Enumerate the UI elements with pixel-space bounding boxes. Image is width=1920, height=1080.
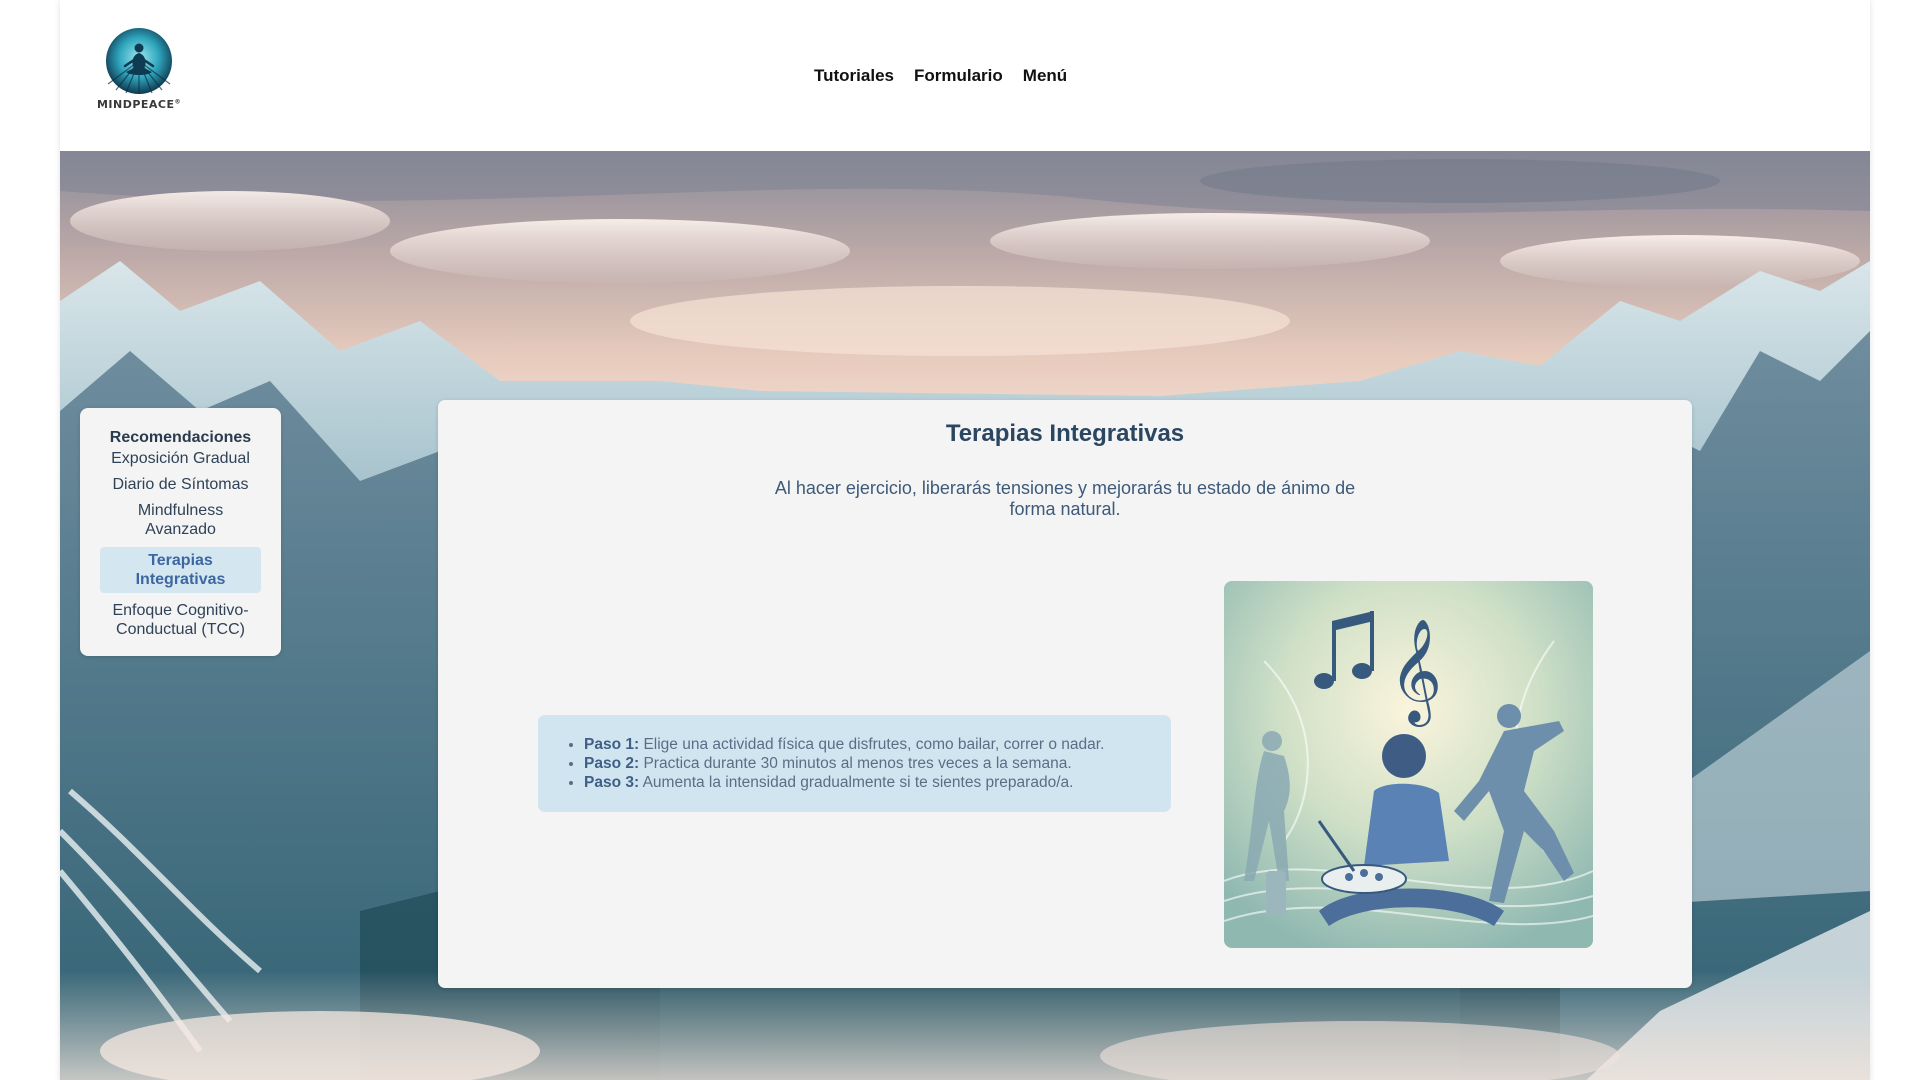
page-title: Terapias Integrativas	[945, 420, 1185, 447]
sidebar-item-mindfulness-avanzado[interactable]: Mindfulness Avanzado	[100, 499, 261, 541]
sidebar-item-enfoque-tcc[interactable]: Enfoque Cognitivo-Conductual (TCC)	[100, 599, 261, 641]
content-panel: Terapias Integrativas Al hacer ejercicio…	[438, 400, 1692, 988]
mindpeace-logo[interactable]: MINDPEACE®	[94, 26, 184, 112]
page: MINDPEACE® Tutoriales Formulario Menú Re…	[60, 0, 1870, 1080]
step-item: Paso 1: Elige una actividad física que d…	[584, 735, 1151, 754]
step-item: Paso 3: Aumenta la intensidad gradualmen…	[584, 773, 1151, 792]
meditation-logo-icon	[106, 28, 172, 94]
sidebar-item-exposicion-gradual[interactable]: Exposición Gradual	[100, 447, 261, 470]
music-movement-illustration: 𝄞	[1224, 581, 1593, 948]
page-description: Al hacer ejercicio, liberarás tensiones …	[774, 478, 1356, 519]
music-therapy-illustration-icon: 𝄞	[1224, 581, 1593, 948]
svg-text:𝄞: 𝄞	[1389, 618, 1442, 727]
site-header: MINDPEACE® Tutoriales Formulario Menú	[60, 0, 1870, 151]
nav-tutoriales[interactable]: Tutoriales	[814, 66, 894, 86]
step-item: Paso 2: Practica durante 30 minutos al m…	[584, 754, 1151, 773]
sidebar-title: Recomendaciones	[109, 429, 252, 446]
sidebar-item-diario-sintomas[interactable]: Diario de Síntomas	[100, 473, 261, 496]
recommendations-sidebar: Recomendaciones Exposición Gradual Diari…	[80, 408, 281, 656]
logo-text: MINDPEACE®	[96, 98, 182, 111]
nav-menu[interactable]: Menú	[1023, 66, 1067, 86]
nav-formulario[interactable]: Formulario	[914, 66, 1003, 86]
steps-list: Paso 1: Elige una actividad física que d…	[584, 735, 1151, 792]
sidebar-item-terapias-integrativas[interactable]: Terapias Integrativas	[100, 547, 261, 593]
main-nav: Tutoriales Formulario Menú	[814, 66, 1067, 86]
steps-box: Paso 1: Elige una actividad física que d…	[538, 715, 1171, 812]
